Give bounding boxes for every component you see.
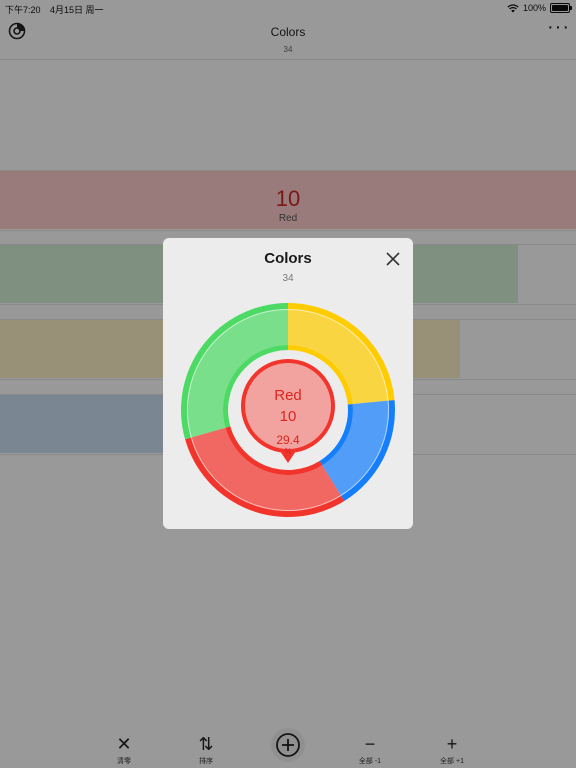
- callout-value: 10: [280, 408, 297, 425]
- donut-chart[interactable]: Red 10 29.4%: [163, 238, 413, 529]
- callout-percent: 29.4: [276, 433, 300, 447]
- callout-percent-unit: %: [284, 447, 291, 456]
- chart-modal: Colors 34 Red 10 29.4%: [163, 238, 413, 529]
- callout-label: Red: [274, 387, 302, 404]
